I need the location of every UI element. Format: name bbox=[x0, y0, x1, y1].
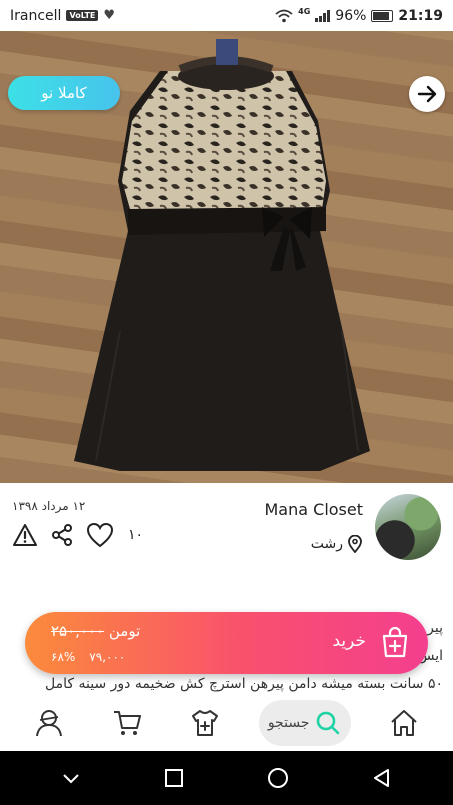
nav-search[interactable]: جستجو bbox=[258, 699, 351, 746]
heart-status-icon: ♥ bbox=[103, 8, 116, 23]
city-label: رشت bbox=[310, 536, 343, 552]
add-clothing-icon bbox=[192, 709, 219, 736]
app-screen: Irancell VoLTE ♥ 4G 96% 21:19 کاملا نو ۱… bbox=[0, 0, 453, 805]
network-type-label: 4G bbox=[298, 7, 311, 16]
status-bar: Irancell VoLTE ♥ 4G 96% 21:19 bbox=[0, 0, 453, 31]
currency-label: تومن bbox=[108, 622, 141, 640]
condition-badge: کاملا نو bbox=[8, 76, 120, 110]
system-nav-bar bbox=[0, 751, 453, 805]
product-actions: ۱۰ bbox=[12, 522, 143, 548]
buy-label: خرید bbox=[332, 631, 366, 651]
search-label: جستجو bbox=[267, 714, 310, 731]
back-button[interactable] bbox=[409, 76, 445, 112]
chevron-down-icon[interactable] bbox=[60, 767, 82, 789]
battery-percent: 96% bbox=[335, 7, 367, 24]
buy-button[interactable]: تومن ۲۵۰,۰۰۰ ۶۸% ۷۹,۰۰۰ خرید bbox=[25, 612, 428, 674]
report-warning-icon[interactable] bbox=[12, 523, 38, 547]
nav-home[interactable] bbox=[379, 703, 429, 743]
battery-icon bbox=[371, 9, 394, 22]
search-icon bbox=[317, 711, 340, 734]
discount-percent: ۶۸% bbox=[51, 650, 76, 664]
wifi-icon bbox=[275, 9, 293, 22]
carrier-label: Irancell bbox=[10, 7, 62, 24]
old-price: تومن ۲۵۰,۰۰۰ bbox=[51, 622, 140, 640]
user-profile-icon bbox=[36, 709, 63, 736]
seller-avatar[interactable] bbox=[375, 494, 441, 560]
location-pin-icon bbox=[348, 535, 362, 553]
volte-icon: VoLTE bbox=[66, 10, 99, 21]
signal-icon bbox=[315, 9, 331, 22]
post-date: ۱۲ مرداد ۱۳۹۸ bbox=[12, 499, 86, 513]
old-price-value: ۲۵۰,۰۰۰ bbox=[51, 622, 105, 640]
new-price: ۷۹,۰۰۰ bbox=[89, 650, 126, 664]
nav-add-product[interactable] bbox=[180, 703, 230, 743]
recent-apps-icon[interactable] bbox=[163, 767, 185, 789]
like-count: ۱۰ bbox=[128, 527, 144, 543]
clock: 21:19 bbox=[398, 7, 443, 24]
share-icon[interactable] bbox=[50, 523, 74, 547]
nav-cart[interactable] bbox=[102, 703, 152, 743]
product-image-carousel[interactable]: کاملا نو bbox=[0, 31, 453, 483]
bottom-nav: جستجو bbox=[0, 694, 453, 751]
home-circle-icon[interactable] bbox=[266, 766, 290, 790]
home-icon bbox=[391, 709, 417, 736]
shopping-cart-icon bbox=[114, 710, 142, 735]
like-heart-icon[interactable] bbox=[86, 522, 114, 548]
nav-profile[interactable] bbox=[24, 703, 74, 743]
shopping-bag-plus-icon bbox=[382, 626, 408, 658]
seller-name[interactable]: Mana Closet bbox=[265, 500, 364, 519]
arrow-right-icon bbox=[417, 85, 437, 103]
discount-row: ۶۸% ۷۹,۰۰۰ bbox=[51, 650, 125, 664]
seller-location: رشت bbox=[311, 535, 363, 553]
back-triangle-icon[interactable] bbox=[371, 767, 393, 789]
